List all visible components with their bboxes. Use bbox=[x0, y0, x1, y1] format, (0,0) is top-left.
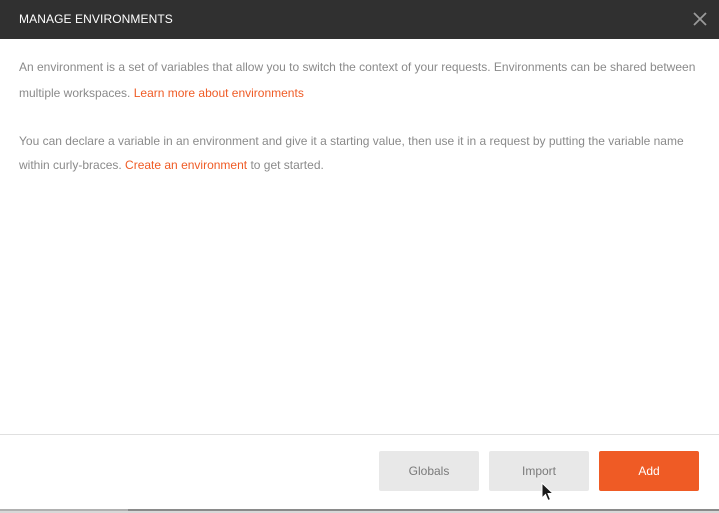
bottom-border-left bbox=[0, 509, 128, 511]
environment-description: An environment is a set of variables tha… bbox=[19, 54, 699, 106]
variable-description-text: You can declare a variable in an environ… bbox=[19, 134, 684, 172]
modal-footer: Globals Import Add bbox=[0, 434, 719, 513]
import-button[interactable]: Import bbox=[489, 451, 589, 491]
modal-title: MANAGE ENVIRONMENTS bbox=[19, 12, 173, 26]
bottom-border bbox=[0, 509, 719, 513]
variable-description: You can declare a variable in an environ… bbox=[19, 129, 699, 177]
manage-environments-modal: MANAGE ENVIRONMENTS An environment is a … bbox=[0, 0, 719, 513]
close-icon[interactable] bbox=[691, 10, 709, 28]
add-button[interactable]: Add bbox=[599, 451, 699, 491]
modal-body: An environment is a set of variables tha… bbox=[19, 54, 699, 177]
learn-more-link[interactable]: Learn more about environments bbox=[134, 86, 304, 100]
bottom-border-right bbox=[128, 509, 719, 511]
globals-button[interactable]: Globals bbox=[379, 451, 479, 491]
modal-header: MANAGE ENVIRONMENTS bbox=[0, 0, 719, 39]
create-environment-link[interactable]: Create an environment bbox=[125, 158, 247, 172]
variable-description-suffix: to get started. bbox=[247, 158, 324, 172]
environment-description-text: An environment is a set of variables tha… bbox=[19, 60, 696, 100]
